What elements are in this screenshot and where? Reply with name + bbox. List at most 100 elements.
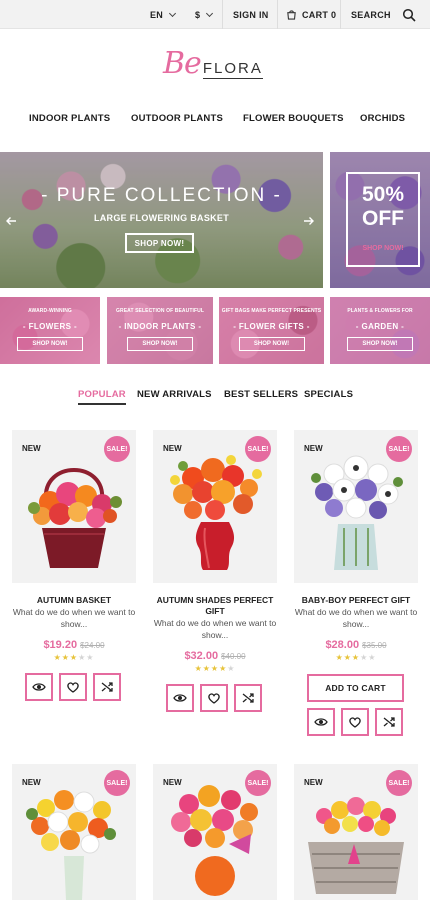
top-bar: EN $ SIGN IN CART 0 SEARCH bbox=[0, 0, 430, 29]
chevron-down-icon bbox=[206, 9, 214, 17]
promo-shop-now-link[interactable]: SHOP NOW! bbox=[346, 245, 420, 252]
category-shop-now-button[interactable]: SHOP NOW! bbox=[127, 337, 193, 351]
currency-label: $ bbox=[195, 9, 201, 20]
wishlist-button[interactable] bbox=[59, 673, 87, 701]
product-rating: ★★★★★ bbox=[12, 653, 136, 662]
promo-discount: 50% OFF bbox=[346, 183, 420, 231]
category-title: - GARDEN - bbox=[355, 322, 405, 331]
cart-icon bbox=[287, 10, 296, 20]
category-banner-garden[interactable]: PLANTS & FLOWERS FOR - GARDEN - SHOP NOW… bbox=[330, 297, 430, 364]
product-price: $32.00 bbox=[184, 650, 219, 662]
currency-selector[interactable]: $ bbox=[195, 0, 214, 29]
star-filled-icon: ★ bbox=[61, 653, 70, 662]
wishlist-button[interactable] bbox=[200, 684, 228, 712]
nav-item-orchids[interactable]: ORCHIDS bbox=[360, 113, 405, 124]
product-description: What do we do when we want to show... bbox=[153, 618, 277, 640]
star-filled-icon: ★ bbox=[202, 664, 211, 673]
product-price-block: $19.20 $24.00 bbox=[12, 635, 136, 653]
compare-button[interactable] bbox=[375, 708, 403, 736]
tab-new-arrivals[interactable]: NEW ARRIVALS bbox=[137, 389, 212, 400]
new-badge: NEW bbox=[163, 778, 182, 787]
nav-item-outdoor-plants[interactable]: OUTDOOR PLANTS bbox=[131, 113, 223, 124]
compare-button[interactable] bbox=[234, 684, 262, 712]
product-name[interactable]: BABY-BOY PERFECT GIFT bbox=[294, 595, 418, 606]
product-image[interactable]: NEW SALE! bbox=[153, 430, 277, 583]
category-shop-now-button[interactable]: SHOP NOW! bbox=[17, 337, 83, 351]
new-badge: NEW bbox=[163, 444, 182, 453]
star-filled-icon: ★ bbox=[343, 653, 352, 662]
slider-next-button[interactable] bbox=[303, 214, 315, 226]
quick-view-button[interactable] bbox=[25, 673, 53, 701]
cart-link[interactable]: CART 0 bbox=[286, 0, 336, 29]
quick-view-button[interactable] bbox=[166, 684, 194, 712]
product-price: $19.20 bbox=[43, 639, 78, 651]
hero-subtitle: LARGE FLOWERING BASKET bbox=[93, 213, 230, 223]
category-title: - FLOWER GIFTS - bbox=[233, 322, 310, 331]
new-badge: NEW bbox=[22, 444, 41, 453]
search-button[interactable] bbox=[402, 0, 416, 29]
product-description: What do we do when we want to show... bbox=[12, 607, 136, 629]
site-logo[interactable]: Be FLORA bbox=[163, 46, 263, 86]
sale-promo-banner[interactable]: 50% OFF SHOP NOW! bbox=[330, 152, 430, 288]
main-nav: INDOOR PLANTS OUTDOOR PLANTS FLOWER BOUQ… bbox=[0, 113, 430, 129]
language-selector[interactable]: EN bbox=[150, 0, 177, 29]
nav-item-flower-bouquets[interactable]: FLOWER BOUQUETS bbox=[243, 113, 344, 124]
star-filled-icon: ★ bbox=[210, 664, 220, 673]
compare-button[interactable] bbox=[93, 673, 121, 701]
category-title: - INDOOR PLANTS - bbox=[118, 322, 202, 331]
sale-badge: SALE! bbox=[386, 436, 412, 462]
logo-be: Be bbox=[163, 46, 202, 81]
category-tagline: GIFT BAGS MAKE PERFECT PRESENTS bbox=[221, 308, 322, 314]
arrow-right-icon bbox=[304, 217, 314, 225]
new-badge: NEW bbox=[304, 444, 323, 453]
chevron-down-icon bbox=[169, 9, 177, 17]
tab-popular[interactable]: POPULAR bbox=[78, 389, 126, 400]
product-image[interactable]: NEW SALE! bbox=[294, 764, 418, 900]
eye-icon bbox=[173, 694, 187, 702]
category-banner-flowers[interactable]: AWARD-WINNING - FLOWERS - SHOP NOW! bbox=[0, 297, 100, 364]
logo-flora: FLORA bbox=[202, 60, 263, 79]
active-tab-underline bbox=[78, 403, 126, 405]
eye-icon bbox=[314, 718, 328, 726]
star-filled-icon: ★ bbox=[53, 653, 62, 662]
star-empty-icon: ★ bbox=[368, 653, 377, 662]
nav-item-indoor-plants[interactable]: INDOOR PLANTS bbox=[29, 113, 110, 124]
product-image[interactable]: NEW SALE! bbox=[12, 430, 136, 583]
category-shop-now-button[interactable]: SHOP NOW! bbox=[347, 337, 413, 351]
divider bbox=[222, 0, 223, 29]
category-shop-now-button[interactable]: SHOP NOW! bbox=[238, 337, 305, 351]
eye-icon bbox=[32, 683, 46, 691]
hero-shop-now-button[interactable]: SHOP NOW! bbox=[125, 233, 194, 253]
star-filled-icon: ★ bbox=[351, 653, 361, 662]
hero-slider[interactable]: - PURE COLLECTION - LARGE FLOWERING BASK… bbox=[0, 152, 323, 288]
sign-in-link[interactable]: SIGN IN bbox=[233, 0, 269, 29]
shuffle-icon bbox=[242, 693, 254, 703]
category-banner-indoor-plants[interactable]: GREAT SELECTION OF BEAUTIFUL - INDOOR PL… bbox=[107, 297, 213, 364]
quick-view-button[interactable] bbox=[307, 708, 335, 736]
sale-badge: SALE! bbox=[245, 770, 271, 796]
search-icon bbox=[402, 8, 416, 22]
product-price-block: $32.00 $40.00 bbox=[153, 646, 277, 664]
divider bbox=[277, 0, 278, 29]
product-image[interactable]: NEW SALE! bbox=[153, 764, 277, 900]
slider-prev-button[interactable] bbox=[5, 214, 17, 226]
add-to-cart-button[interactable]: ADD TO CART bbox=[307, 674, 404, 702]
product-description: What do we do when we want to show... bbox=[294, 607, 418, 629]
product-name[interactable]: AUTUMN BASKET bbox=[12, 595, 136, 606]
sale-badge: SALE! bbox=[104, 770, 130, 796]
tab-specials[interactable]: SPECIALS bbox=[304, 389, 353, 400]
product-price-block: $28.00 $35.00 bbox=[294, 635, 418, 653]
hero-title: - PURE COLLECTION - bbox=[41, 185, 282, 206]
category-tagline: GREAT SELECTION OF BEAUTIFUL bbox=[116, 308, 204, 314]
tab-best-sellers[interactable]: BEST SELLERS bbox=[224, 389, 298, 400]
category-banner-flower-gifts[interactable]: GIFT BAGS MAKE PERFECT PRESENTS - FLOWER… bbox=[219, 297, 324, 364]
promo-percent: 50% bbox=[361, 183, 405, 206]
wishlist-button[interactable] bbox=[341, 708, 369, 736]
heart-icon bbox=[67, 682, 79, 693]
product-name[interactable]: AUTUMN SHADES PERFECT GIFT bbox=[153, 595, 277, 617]
search-link[interactable]: SEARCH bbox=[351, 0, 391, 29]
product-old-price: $35.00 bbox=[362, 641, 387, 650]
product-image[interactable]: NEW SALE! bbox=[12, 764, 136, 900]
product-image[interactable]: NEW SALE! bbox=[294, 430, 418, 583]
shuffle-icon bbox=[383, 717, 395, 727]
